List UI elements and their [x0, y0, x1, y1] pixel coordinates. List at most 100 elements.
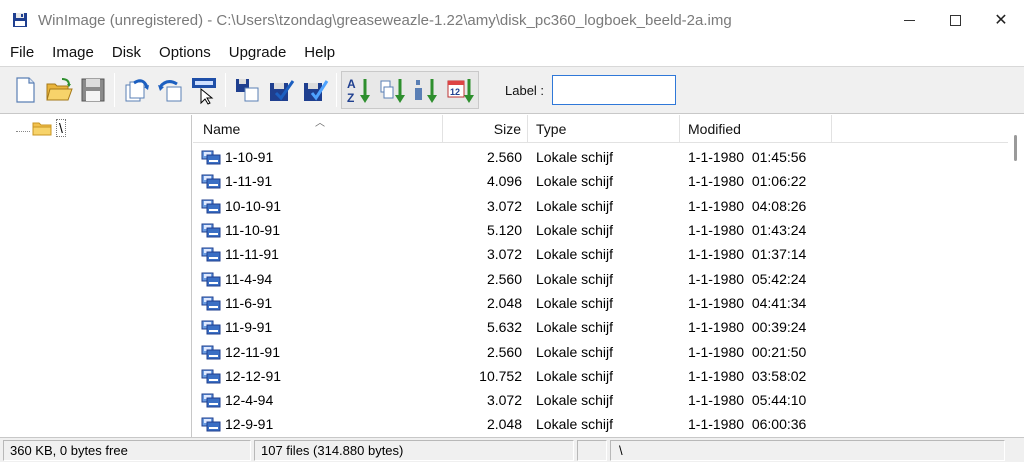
file-row[interactable]: 11-4-94 2.560 Lokale schijf 1-1-1980 05:42:…	[193, 266, 1008, 290]
sort-by-extension-button[interactable]	[376, 72, 410, 108]
status-path: \	[610, 439, 1005, 461]
file-row[interactable]: 12-11-91 2.560 Lokale schijf 1-1-1980 00:21…	[193, 339, 1008, 363]
column-header-size[interactable]: Size	[443, 115, 528, 143]
file-name: 11-11-91	[225, 246, 279, 263]
file-modified: 1-1-1980 05:44:10	[688, 392, 807, 409]
file-name-cell: 12-11-91	[193, 344, 443, 360]
column-type-label: Type	[536, 121, 567, 137]
check-all-button[interactable]	[298, 72, 332, 108]
check-button[interactable]	[264, 72, 298, 108]
new-file-icon	[16, 77, 35, 103]
file-name: 11-9-91	[225, 319, 273, 336]
file-size: 5.120	[486, 222, 522, 239]
tree-root-node[interactable]: \	[16, 119, 66, 137]
file-row[interactable]: 12-12-91 10.752 Lokale schijf 1-1-1980 03:5…	[193, 364, 1008, 388]
file-size: 3.072	[486, 246, 522, 263]
sort-size-icon	[415, 79, 437, 103]
sort-ascending-icon: ︿	[315, 118, 325, 129]
file-name: 11-6-91	[225, 294, 273, 311]
column-modified-label: Modified	[688, 121, 741, 137]
sort-by-date-button[interactable]: 12	[444, 72, 478, 108]
file-modified: 1-1-1980 05:42:24	[688, 270, 807, 287]
file-size: 4.096	[486, 173, 522, 190]
list-header: Name ︿ Size Type Modified	[193, 115, 1008, 143]
file-type: Lokale schijf	[536, 246, 614, 263]
column-header-modified[interactable]: Modified	[680, 115, 832, 143]
new-file-button[interactable]	[8, 72, 42, 108]
file-name: 11-4-94	[225, 270, 273, 287]
sort-name-icon: A Z	[347, 77, 370, 105]
tree-connector	[16, 130, 30, 132]
file-size: 2.560	[486, 343, 522, 360]
file-row[interactable]: 1-10-91 2.560 Lokale schijf 1-1-1980 01:45:…	[193, 145, 1008, 169]
close-button[interactable]: ✕	[978, 0, 1024, 40]
file-size: 2.560	[486, 149, 522, 166]
svg-text:A: A	[347, 77, 356, 91]
copy-button[interactable]	[230, 72, 264, 108]
menu-bar: File Image Disk Options Upgrade Help	[0, 40, 1024, 65]
sort-by-name-button[interactable]: A Z	[342, 72, 376, 108]
maximize-button[interactable]	[932, 0, 978, 40]
menu-upgrade[interactable]: Upgrade	[219, 44, 295, 61]
extract-button[interactable]	[119, 72, 153, 108]
menu-help[interactable]: Help	[294, 44, 343, 61]
volume-label-input[interactable]	[552, 75, 677, 105]
file-name-cell: 11-6-91	[193, 295, 443, 311]
minimize-icon	[903, 19, 915, 21]
inject-button[interactable]	[153, 72, 187, 108]
menu-disk[interactable]: Disk	[102, 44, 149, 61]
check-all-icon	[304, 80, 329, 101]
file-type-icon	[201, 149, 221, 165]
file-type-icon	[201, 368, 221, 384]
winimage-app-icon	[12, 12, 28, 28]
file-row[interactable]: 1-11-91 4.096 Lokale schijf 1-1-1980 01:06:…	[193, 169, 1008, 193]
open-button[interactable]	[42, 72, 76, 108]
file-type-icon	[201, 319, 221, 335]
menu-image[interactable]: Image	[42, 44, 102, 61]
file-type-icon	[201, 198, 221, 214]
file-row[interactable]: 12-9-91 2.048 Lokale schijf 1-1-1980 06:00:…	[193, 412, 1008, 436]
sort-by-size-button[interactable]	[410, 72, 444, 108]
properties-button[interactable]	[187, 72, 221, 108]
vertical-scrollbar[interactable]	[1008, 115, 1024, 437]
file-size: 2.048	[486, 294, 522, 311]
file-row[interactable]: 10-10-91 3.072 Lokale schijf 1-1-1980 04:08…	[193, 194, 1008, 218]
maximize-icon	[949, 14, 961, 26]
column-header-name[interactable]: Name ︿	[193, 115, 443, 143]
column-size-label: Size	[493, 121, 521, 137]
scrollbar-thumb[interactable]	[1014, 135, 1017, 161]
file-name-cell: 1-10-91	[193, 149, 443, 165]
column-header-type[interactable]: Type	[528, 115, 680, 143]
close-icon: ✕	[994, 12, 1008, 29]
column-name-label: Name	[203, 121, 241, 137]
file-type: Lokale schijf	[536, 270, 614, 287]
file-name: 1-10-91	[225, 149, 274, 166]
file-row[interactable]: 11-10-91 5.120 Lokale schijf 1-1-1980 01:43…	[193, 218, 1008, 242]
file-row[interactable]: 11-9-91 5.632 Lokale schijf 1-1-1980 00:39:…	[193, 315, 1008, 339]
status-bar: 360 KB, 0 bytes free 107 files (314.880 …	[0, 437, 1024, 462]
folder-tree: \	[0, 115, 192, 437]
file-type: Lokale schijf	[536, 343, 614, 360]
file-name: 10-10-91	[225, 197, 282, 214]
minimize-button[interactable]	[886, 0, 932, 40]
file-row[interactable]: 12-4-94 3.072 Lokale schijf 1-1-1980 05:44:…	[193, 388, 1008, 412]
file-type: Lokale schijf	[536, 173, 614, 190]
file-type: Lokale schijf	[536, 392, 614, 409]
file-type: Lokale schijf	[536, 149, 614, 166]
menu-options[interactable]: Options	[149, 44, 219, 61]
file-name-cell: 11-10-91	[193, 222, 443, 238]
file-modified: 1-1-1980 00:39:24	[688, 319, 807, 336]
file-row[interactable]: 11-6-91 2.048 Lokale schijf 1-1-1980 04:41:…	[193, 291, 1008, 315]
file-name: 1-11-91	[225, 173, 273, 190]
file-name-cell: 11-11-91	[193, 246, 443, 262]
file-modified: 1-1-1980 00:21:50	[688, 343, 807, 360]
save-button[interactable]	[76, 72, 110, 108]
file-name-cell: 12-4-94	[193, 392, 443, 408]
file-modified: 1-1-1980 01:06:22	[688, 173, 807, 190]
file-type-icon	[201, 173, 221, 189]
file-row[interactable]: 11-11-91 3.072 Lokale schijf 1-1-1980 01:37…	[193, 242, 1008, 266]
file-name-cell: 11-9-91	[193, 319, 443, 335]
toolbar-separator	[225, 73, 226, 107]
sort-date-icon: 12	[447, 79, 474, 103]
menu-file[interactable]: File	[0, 44, 42, 61]
